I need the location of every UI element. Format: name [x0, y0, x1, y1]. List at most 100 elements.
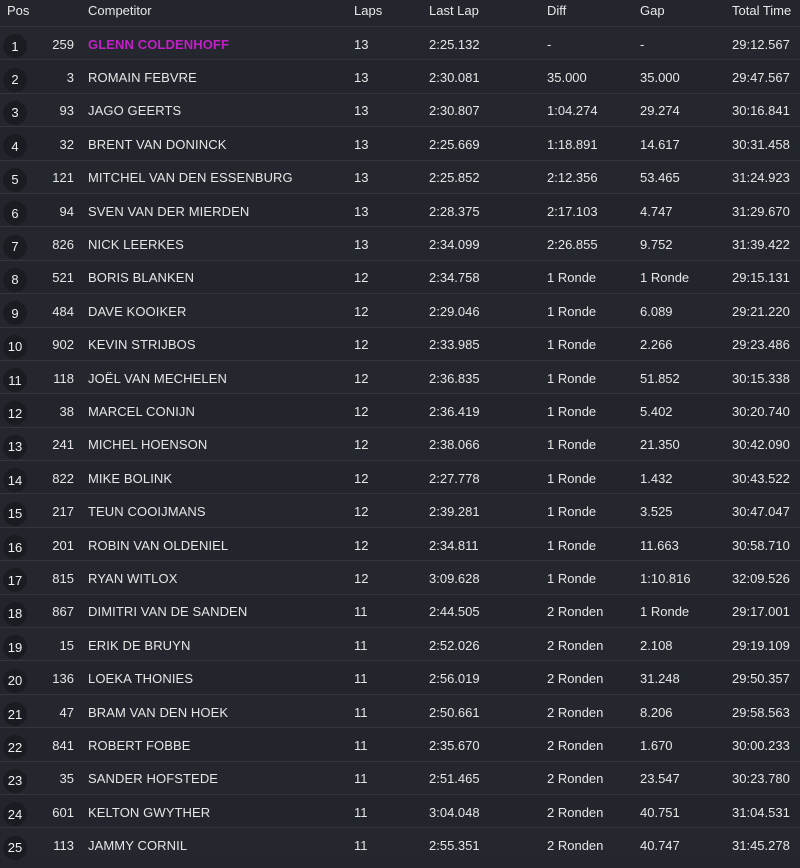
competitor-name: ROBERT FOBBE — [88, 737, 191, 753]
table-row[interactable]: 5 121 MITCHEL VAN DEN ESSENBURG 13 2:25.852 2… — [0, 159, 800, 193]
gap-value: 11.663 — [640, 537, 679, 553]
last-lap-value: 2:51.465 — [429, 771, 480, 787]
table-row[interactable]: 9 484 DAVE KOOIKER 12 2:29.046 1 Ronde 6.089 29… — [0, 293, 800, 327]
position-cell: 19 — [3, 628, 27, 660]
table-row[interactable]: 11 118 JOËL VAN MECHELEN 12 2:36.835 1 Ronde 5… — [0, 359, 800, 394]
table-row[interactable]: 24 601 KELTON GWYTHER 11 3:04.048 2 Ronden 40.… — [0, 793, 800, 828]
last-lap-value: 2:29.046 — [429, 303, 480, 319]
competitor-name: JAMMY CORNIL — [88, 838, 188, 854]
header-laps[interactable]: Laps — [354, 0, 382, 26]
table-row[interactable]: 25 113 JAMMY CORNIL 11 2:55.351 2 Ronden 40.74… — [0, 827, 800, 861]
diff-value: 1 Ronde — [547, 537, 597, 553]
position-badge: 1 — [3, 34, 27, 59]
laps-value: 13 — [354, 103, 369, 119]
laps-value: 12 — [354, 470, 369, 486]
competitor-name: MIKE BOLINK — [88, 470, 173, 486]
position-cell: 7 — [3, 227, 27, 259]
header-diff[interactable]: Diff — [547, 0, 566, 26]
total-time-value: 30:47.047 — [732, 504, 790, 520]
laps-value: 12 — [354, 570, 369, 586]
laps-value: 11 — [354, 704, 368, 720]
last-lap-value: 2:38.066 — [429, 437, 480, 453]
position-badge: 17 — [3, 568, 27, 593]
table-row[interactable]: 3 93 JAGO GEERTS 13 2:30.807 1:04.274 29.274 30… — [0, 92, 800, 127]
table-row[interactable]: 2 3 ROMAIN FEBVRE 13 2:30.081 35.000 35.000 29:… — [0, 59, 800, 93]
competitor-name: NICK LEERKES — [88, 237, 184, 253]
bib-number: 601 — [52, 804, 74, 820]
position-badge: 25 — [3, 835, 27, 860]
diff-value: 2 Ronden — [547, 771, 604, 787]
table-row[interactable]: 6 94 SVEN VAN DER MIERDEN 13 2:28.375 2:17.10… — [0, 192, 800, 227]
total-time-value: 30:42.090 — [732, 437, 790, 453]
table-header: Pos Competitor Laps Last Lap Diff Gap To… — [0, 0, 800, 26]
table-row[interactable]: 19 15 ERIK DE BRUYN 11 2:52.026 2 Ronden 2.108… — [0, 627, 800, 661]
header-pos[interactable]: Pos — [7, 0, 29, 26]
bib-number: 32 — [59, 136, 74, 152]
table-row[interactable]: 12 38 MARCEL CONIJN 12 2:36.419 1 Ronde 5.402 3… — [0, 393, 800, 427]
table-row[interactable]: 7 826 NICK LEERKES 13 2:34.099 2:26.855 9.752 3… — [0, 226, 800, 260]
header-gap[interactable]: Gap — [640, 0, 665, 26]
position-badge: 13 — [3, 434, 27, 459]
diff-value: 2 Ronden — [547, 804, 604, 820]
gap-value: 1.670 — [640, 737, 673, 753]
laps-value: 13 — [354, 203, 369, 219]
laps-value: 12 — [354, 337, 369, 353]
competitor-name: DAVE KOOIKER — [88, 303, 187, 319]
diff-value: 2:17.103 — [547, 203, 598, 219]
table-row[interactable]: 16 201 ROBIN VAN OLDENIEL 12 2:34.811 1 Ronde… — [0, 526, 800, 561]
position-cell: 10 — [3, 328, 27, 360]
diff-value: 1 Ronde — [547, 504, 597, 520]
position-cell: 25 — [3, 828, 27, 860]
table-row[interactable]: 21 47 BRAM VAN DEN HOEK 11 2:50.661 2 Ronden 8… — [0, 693, 800, 728]
table-row[interactable]: 4 32 BRENT VAN DONINCK 13 2:25.669 1:18.891 14… — [0, 126, 800, 160]
diff-value: 1:18.891 — [547, 136, 598, 152]
bib-number: 241 — [52, 437, 74, 453]
competitor-name: MICHEL HOENSON — [88, 437, 208, 453]
position-badge: 18 — [3, 601, 27, 626]
total-time-value: 30:20.740 — [732, 403, 790, 419]
table-row[interactable]: 15 217 TEUN COOIJMANS 12 2:39.281 1 Ronde 3.52… — [0, 493, 800, 527]
position-badge: 21 — [3, 702, 27, 726]
diff-value: 2 Ronden — [547, 704, 604, 720]
position-badge: 6 — [3, 201, 27, 226]
table-row[interactable]: 14 822 MIKE BOLINK 12 2:27.778 1 Ronde 1.432 30… — [0, 460, 800, 494]
table-row[interactable]: 10 902 KEVIN STRIJBOS 12 2:33.985 1 Ronde 2.26… — [0, 326, 800, 360]
table-row[interactable]: 22 841 ROBERT FOBBE 11 2:35.670 2 Ronden 1.670… — [0, 727, 800, 761]
header-last-lap[interactable]: Last Lap — [429, 0, 479, 26]
table-row[interactable]: 23 35 SANDER HOFSTEDE 11 2:51.465 2 Ronden 23.… — [0, 760, 800, 794]
position-cell: 24 — [3, 795, 27, 827]
table-row[interactable]: 1 259 GLENN COLDENHOFF 13 2:25.132 - - 29:12.56… — [0, 26, 800, 60]
total-time-value: 29:17.001 — [732, 604, 790, 620]
total-time-value: 31:39.422 — [732, 237, 790, 253]
position-badge: 19 — [3, 635, 27, 660]
position-cell: 14 — [3, 461, 27, 493]
position-badge: 7 — [3, 234, 27, 259]
last-lap-value: 2:35.670 — [429, 737, 480, 753]
last-lap-value: 2:28.375 — [429, 203, 480, 219]
table-row[interactable]: 17 815 RYAN WITLOX 12 3:09.628 1 Ronde 1:10.81… — [0, 560, 800, 594]
last-lap-value: 2:50.661 — [429, 704, 480, 720]
header-total-time[interactable]: Total Time — [732, 0, 791, 26]
bib-number: 521 — [52, 270, 74, 286]
bib-number: 201 — [52, 537, 74, 553]
competitor-name: ROBIN VAN OLDENIEL — [88, 537, 229, 553]
bib-number: 113 — [53, 838, 74, 854]
table-row[interactable]: 18 867 DIMITRI VAN DE SANDEN 11 2:44.505 2 Ro… — [0, 593, 800, 628]
table-row[interactable]: 20 136 LOEKA THONIES 11 2:56.019 2 Ronden 31.2… — [0, 660, 800, 694]
position-cell: 21 — [3, 695, 27, 727]
competitor-name: SVEN VAN DER MIERDEN — [88, 203, 250, 219]
laps-value: 12 — [354, 437, 369, 453]
diff-value: 1 Ronde — [547, 570, 597, 586]
table-row[interactable]: 8 521 BORIS BLANKEN 12 2:34.758 1 Ronde 1 Rond… — [0, 259, 800, 294]
gap-value: 14.617 — [640, 136, 680, 152]
position-badge: 3 — [3, 100, 27, 125]
laps-value: 12 — [354, 403, 369, 419]
position-badge: 12 — [3, 401, 27, 426]
header-competitor[interactable]: Competitor — [88, 0, 152, 26]
table-row[interactable]: 13 241 MICHEL HOENSON 12 2:38.066 1 Ronde 21.3… — [0, 426, 800, 461]
last-lap-value: 2:30.807 — [429, 103, 480, 119]
position-cell: 15 — [3, 494, 27, 526]
position-badge: 2 — [3, 67, 27, 92]
total-time-value: 29:15.131 — [732, 270, 790, 286]
last-lap-value: 2:25.669 — [429, 136, 480, 152]
